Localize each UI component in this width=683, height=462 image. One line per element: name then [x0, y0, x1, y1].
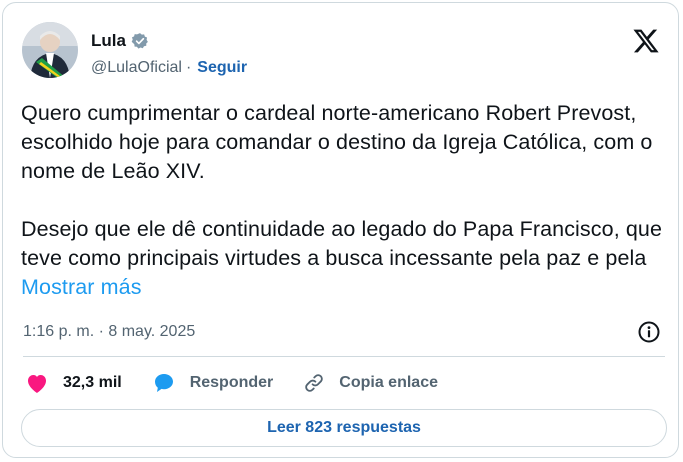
heart-icon [25, 372, 49, 394]
likes-count: 32,3 mil [63, 374, 122, 391]
read-replies-button[interactable]: Leer 823 respuestas [21, 409, 667, 447]
tweet-card: Lula @LulaOficial · Seguir Quero cumprim… [2, 2, 679, 458]
author-name[interactable]: Lula [91, 31, 126, 51]
tweet-timestamp[interactable]: 1:16 p. m. · 8 may. 2025 [23, 323, 195, 341]
tweet-actions: 32,3 mil Responder Copia enlace [25, 371, 438, 395]
reply-label: Responder [189, 374, 274, 391]
author-handle-row: @LulaOficial · Seguir [91, 59, 247, 77]
author-handle[interactable]: @LulaOficial [91, 59, 182, 77]
separator-dot: · [185, 59, 192, 76]
info-icon[interactable] [637, 320, 661, 344]
tweet-paragraph-1: Quero cumprimentar o cardeal norte-ameri… [21, 101, 653, 183]
reply-button[interactable]: Responder [152, 371, 274, 395]
copy-link-button[interactable]: Copia enlace [303, 372, 438, 394]
author-avatar[interactable] [22, 22, 78, 78]
author-name-row: Lula [91, 31, 149, 51]
x-logo-icon[interactable] [632, 27, 660, 55]
link-icon [303, 372, 325, 394]
copy-link-label: Copia enlace [339, 374, 438, 391]
tweet-paragraph-2-text: Desejo que ele dê continuidade ao legado… [21, 217, 663, 270]
verified-badge-icon [131, 32, 149, 50]
like-button[interactable]: 32,3 mil [25, 372, 122, 394]
follow-button[interactable]: Seguir [197, 59, 247, 77]
tweet-paragraph-2: Desejo que ele dê continuidade ao legado… [21, 215, 671, 302]
show-more-link[interactable]: Mostrar más [21, 275, 142, 299]
reply-bubble-icon [152, 371, 176, 395]
divider [23, 356, 665, 357]
tweet-text: Quero cumprimentar o cardeal norte-ameri… [21, 99, 671, 302]
